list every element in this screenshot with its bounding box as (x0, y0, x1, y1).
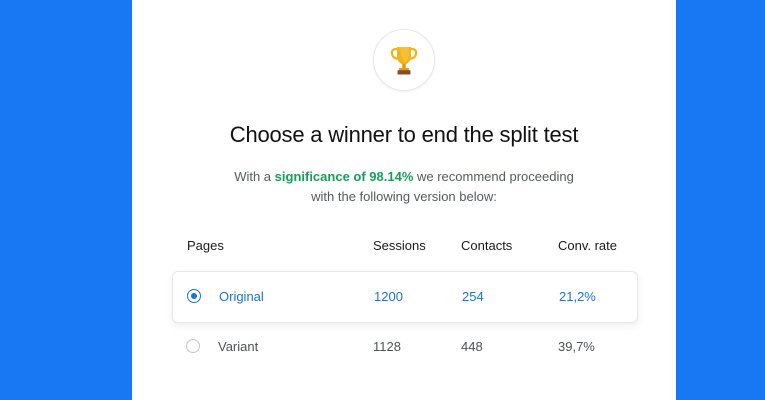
page-name: Original (219, 289, 264, 304)
significance-highlight: significance of 98.14% (274, 169, 414, 184)
option-row-variant[interactable]: Variant 1128 448 39,7% (172, 322, 636, 372)
header-pages: Pages (187, 238, 224, 253)
sessions-value: 1200 (374, 289, 403, 304)
radio-original[interactable] (187, 289, 201, 303)
subtitle-prefix: With a (234, 169, 275, 184)
option-row-original[interactable]: Original 1200 254 21,2% (172, 271, 638, 323)
conv-rate-value: 21,2% (559, 289, 596, 304)
trophy-icon (390, 47, 418, 75)
dialog-title: Choose a winner to end the split test (229, 122, 579, 147)
page-name: Variant (218, 339, 259, 354)
header-sessions: Sessions (373, 238, 426, 253)
contacts-value: 254 (462, 289, 484, 304)
radio-variant[interactable] (186, 339, 200, 353)
contacts-value: 448 (461, 339, 483, 354)
header-contacts: Contacts (461, 238, 513, 253)
header-conv-rate: Conv. rate (558, 238, 618, 253)
sessions-value: 1128 (373, 339, 401, 354)
split-test-dialog: Choose a winner to end the split test Wi… (132, 0, 676, 400)
trophy-badge (373, 29, 435, 91)
table-header: Pages Sessions Contacts Conv. rate (132, 238, 676, 256)
dialog-subtitle: With a significance of 98.14% we recomme… (222, 167, 586, 207)
conv-rate-value: 39,7% (558, 339, 595, 354)
